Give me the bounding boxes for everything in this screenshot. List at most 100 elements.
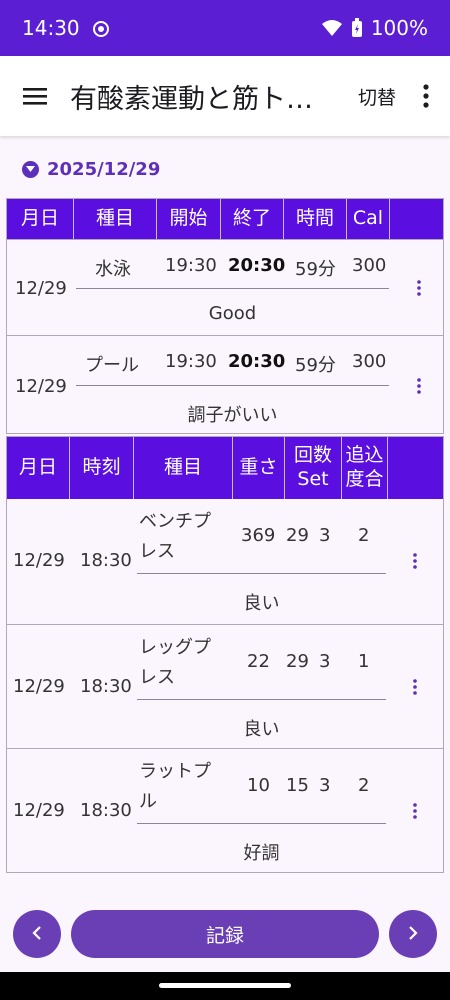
header-actions [390,199,443,239]
home-handle[interactable] [159,983,291,988]
date-selector[interactable]: 2025/12/29 [22,152,160,186]
table-row[interactable]: 12/29 水泳 19:30 20:30 59分 300 Good [7,239,443,335]
row-divider [137,573,386,574]
row-reps: 29 [286,651,309,672]
strength-table-header: 月日 時刻 種目 重さ 回数 Set 追込 度合 [7,437,443,499]
more-options-icon[interactable] [416,84,436,108]
prev-button[interactable] [13,910,61,958]
row-level: 1 [358,651,370,672]
header-date: 月日 [7,199,74,239]
row-weight: 22 [247,651,270,672]
header-actions [388,437,443,499]
row-cal: 300 [352,255,387,276]
row-note: 好調 [243,843,280,864]
header-name: 種目 [134,437,233,499]
row-time: 18:30 [80,550,132,571]
row-reps: 29 [286,525,309,546]
row-weight: 10 [247,775,270,796]
row-name-line1: ベンチプ [139,511,211,532]
row-name: プール [85,355,139,376]
row-divider [137,823,386,824]
row-name-line2: レス [139,667,175,688]
row-more-icon[interactable] [405,549,425,573]
row-sets: 3 [319,775,331,796]
switch-button[interactable]: 切替 [358,83,396,110]
header-reps-label: 回数 [293,444,332,467]
header-sets-label: Set [297,468,329,490]
next-button[interactable] [389,910,437,958]
row-note: Good [208,303,257,324]
row-sets: 3 [319,525,331,546]
row-divider [137,699,386,700]
row-more-icon[interactable] [409,374,429,398]
menu-icon[interactable] [20,81,50,111]
row-name-line2: ル [139,791,157,812]
record-button[interactable]: 記録 [71,910,379,958]
row-date: 12/29 [13,550,65,571]
header-level: 追込 度合 [342,437,388,499]
row-time: 18:30 [80,676,132,697]
row-date: 12/29 [13,676,65,697]
table-row[interactable]: 12/29 18:30 ラットプ ル 10 15 3 2 好調 [7,748,443,872]
row-note: 良い [243,719,280,740]
page-title: 有酸素運動と筋ト… [70,83,313,115]
row-date: 12/29 [13,800,65,821]
row-reps: 15 [286,775,309,796]
header-name: 種目 [74,199,157,239]
header-reps-sets: 回数 Set [285,437,342,499]
row-divider [76,288,389,289]
row-end: 20:30 [228,255,286,276]
table-row[interactable]: 12/29 18:30 レッグプ レス 22 29 3 1 良い [7,624,443,748]
notification-icon [92,19,110,37]
row-note: 良い [243,593,280,614]
row-weight: 369 [241,525,276,546]
row-date: 12/29 [15,278,67,299]
row-name-line1: レッグプ [139,637,211,658]
battery-level: 100% [370,16,428,40]
header-cal: Cal [347,199,390,239]
header-date: 月日 [7,437,70,499]
row-note: 調子がいい [187,405,278,426]
row-name-line1: ラットプ [139,761,211,782]
header-end: 終了 [221,199,284,239]
battery-icon [351,18,363,38]
cardio-table-header: 月日 種目 開始 終了 時間 Cal [7,199,443,239]
header-level-line2: 度合 [345,468,384,490]
gesture-bar [0,972,450,1000]
row-start: 19:30 [165,351,217,372]
chevron-right-icon [408,925,418,944]
cardio-table: 月日 種目 開始 終了 時間 Cal 12/29 水泳 19:30 20:30 … [6,198,444,434]
row-name: 水泳 [95,259,131,280]
row-end: 20:30 [228,351,286,372]
selected-date: 2025/12/29 [47,158,161,180]
row-cal: 300 [352,351,387,372]
row-sets: 3 [319,651,331,672]
row-duration: 59分 [295,259,336,280]
row-level: 2 [358,525,370,546]
row-date: 12/29 [15,376,67,397]
table-row[interactable]: 12/29 18:30 ベンチプ レス 369 29 3 2 良い [7,499,443,624]
header-time: 時刻 [70,437,134,499]
row-duration: 59分 [295,355,336,376]
row-time: 18:30 [80,800,132,821]
row-name-line2: レス [139,541,175,562]
row-divider [76,385,389,386]
app-bar: 有酸素運動と筋ト… 切替 [0,56,450,136]
strength-table: 月日 時刻 種目 重さ 回数 Set 追込 度合 12/29 18:30 ベンチ… [6,436,444,873]
bottom-controls: 記録 [0,904,450,964]
row-start: 19:30 [165,255,217,276]
header-weight: 重さ [233,437,285,499]
row-more-icon[interactable] [405,799,425,823]
wifi-icon [321,19,343,37]
status-time: 14:30 [22,16,80,40]
table-row[interactable]: 12/29 プール 19:30 20:30 59分 300 調子がいい [7,335,443,433]
chevron-down-icon [22,160,39,178]
row-more-icon[interactable] [409,276,429,300]
header-duration: 時間 [284,199,347,239]
chevron-left-icon [32,925,42,944]
row-level: 2 [358,775,370,796]
header-start: 開始 [157,199,221,239]
row-more-icon[interactable] [405,675,425,699]
header-level-line1: 追込 [345,444,384,467]
status-bar: 14:30 100% [0,0,450,56]
